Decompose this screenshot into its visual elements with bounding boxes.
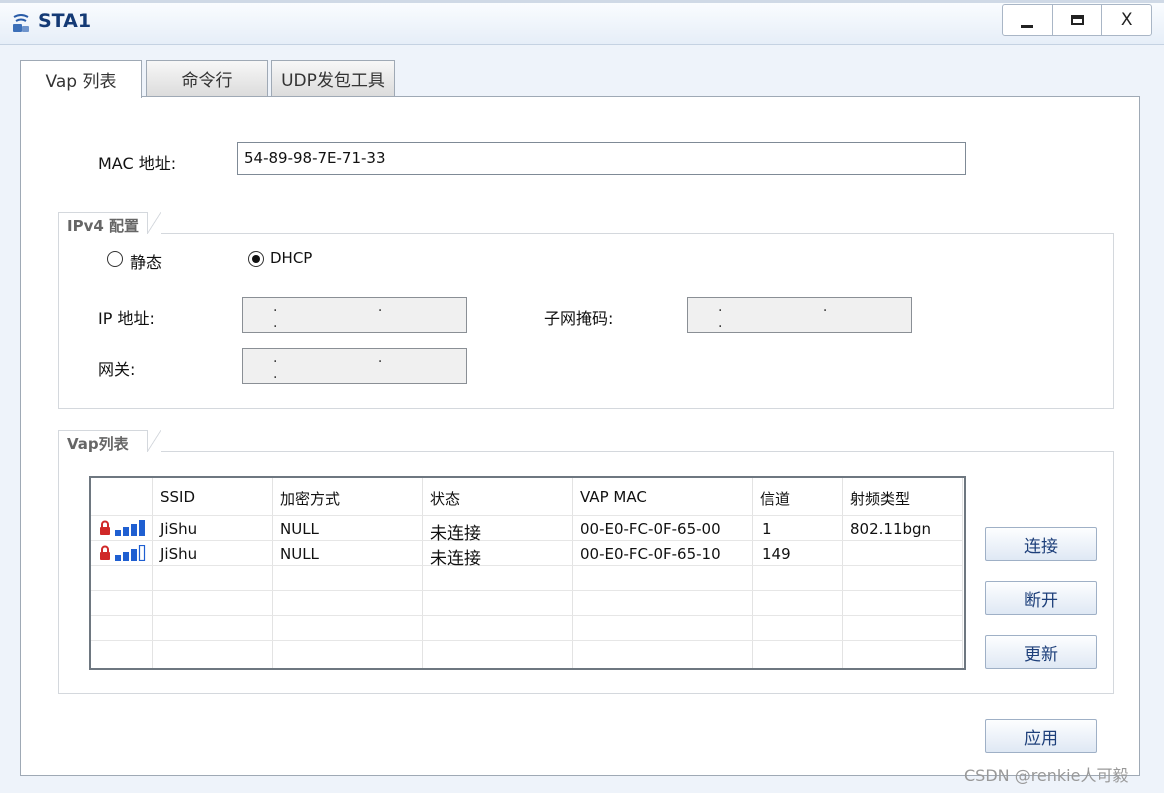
- cell-status: 未连接: [430, 524, 481, 544]
- cell-ssid: JiShu: [160, 545, 198, 563]
- title-bar: STA1 X: [0, 0, 1164, 45]
- ip-address-value: . . .: [273, 299, 431, 331]
- column-header-encryption[interactable]: 加密方式: [280, 488, 340, 509]
- row-divider: [91, 515, 962, 516]
- cell-encryption: NULL: [280, 520, 319, 538]
- window-controls: X: [1002, 4, 1152, 36]
- ip-address-input[interactable]: . . .: [242, 297, 467, 333]
- tab-udp-tool[interactable]: UDP发包工具: [271, 60, 395, 96]
- minimize-icon: [1021, 24, 1034, 28]
- subnet-mask-label: 子网掩码:: [544, 309, 614, 328]
- refresh-button[interactable]: 更新: [985, 635, 1097, 669]
- disconnect-button[interactable]: 断开: [985, 581, 1097, 615]
- vap-group-title: Vap列表: [58, 430, 161, 453]
- gateway-label: 网关:: [98, 360, 136, 379]
- row-divider: [91, 540, 962, 541]
- mac-address-input[interactable]: 54-89-98-7E-71-33: [237, 142, 966, 175]
- cell-vap-mac: 00-E0-FC-0F-65-00: [580, 520, 721, 538]
- close-icon: X: [1120, 10, 1133, 30]
- lock-icon: [100, 520, 110, 535]
- lock-icon: [100, 545, 110, 560]
- column-header-status[interactable]: 状态: [430, 488, 460, 509]
- tab-vap-list[interactable]: Vap 列表: [20, 60, 142, 98]
- column-header-vap-mac[interactable]: VAP MAC: [580, 488, 647, 506]
- top-strip: [0, 0, 1164, 3]
- ipv4-group-title: IPv4 配置: [58, 212, 161, 235]
- dhcp-radio[interactable]: [248, 251, 264, 267]
- gateway-input[interactable]: . . .: [242, 348, 467, 384]
- cell-encryption: NULL: [280, 545, 319, 563]
- static-label: 静态: [130, 253, 163, 272]
- row-divider: [91, 590, 962, 591]
- maximize-button[interactable]: [1053, 5, 1103, 35]
- column-header-radio-type[interactable]: 射频类型: [850, 488, 910, 509]
- static-radio[interactable]: [107, 251, 123, 267]
- vap-table: SSID 加密方式 状态 VAP MAC 信道 射频类型 JiShu NULL …: [89, 476, 966, 670]
- maximize-icon: [1070, 15, 1084, 25]
- connect-button[interactable]: 连接: [985, 527, 1097, 561]
- signal-strength-icon: [115, 545, 146, 561]
- mac-label: MAC 地址:: [98, 154, 177, 173]
- subnet-mask-input[interactable]: . . .: [687, 297, 912, 333]
- apply-button[interactable]: 应用: [985, 719, 1097, 753]
- row-divider: [91, 640, 962, 641]
- col-divider: [962, 478, 963, 668]
- column-header-channel[interactable]: 信道: [760, 488, 790, 509]
- network-station-icon: [13, 14, 29, 32]
- cell-channel: 149: [762, 545, 791, 563]
- cell-vap-mac: 00-E0-FC-0F-65-10: [580, 545, 721, 563]
- column-header-ssid[interactable]: SSID: [160, 488, 195, 506]
- vap-table-grid: [91, 478, 964, 668]
- subnet-mask-value: . . .: [718, 299, 876, 331]
- gateway-value: . . .: [273, 350, 431, 382]
- minimize-button[interactable]: [1003, 5, 1053, 35]
- cell-radio-type: 802.11bgn: [850, 520, 932, 538]
- signal-strength-icon: [115, 520, 145, 536]
- watermark: CSDN @renkie人可毅: [964, 766, 1129, 785]
- window-title: STA1: [38, 10, 92, 32]
- cell-ssid: JiShu: [160, 520, 198, 538]
- row-divider: [91, 565, 962, 566]
- cell-channel: 1: [762, 520, 772, 538]
- cell-status: 未连接: [430, 549, 481, 569]
- row-divider: [91, 615, 962, 616]
- close-button[interactable]: X: [1102, 5, 1151, 35]
- tab-command-line[interactable]: 命令行: [146, 60, 268, 96]
- ip-label: IP 地址:: [98, 309, 155, 328]
- dhcp-label: DHCP: [270, 249, 313, 267]
